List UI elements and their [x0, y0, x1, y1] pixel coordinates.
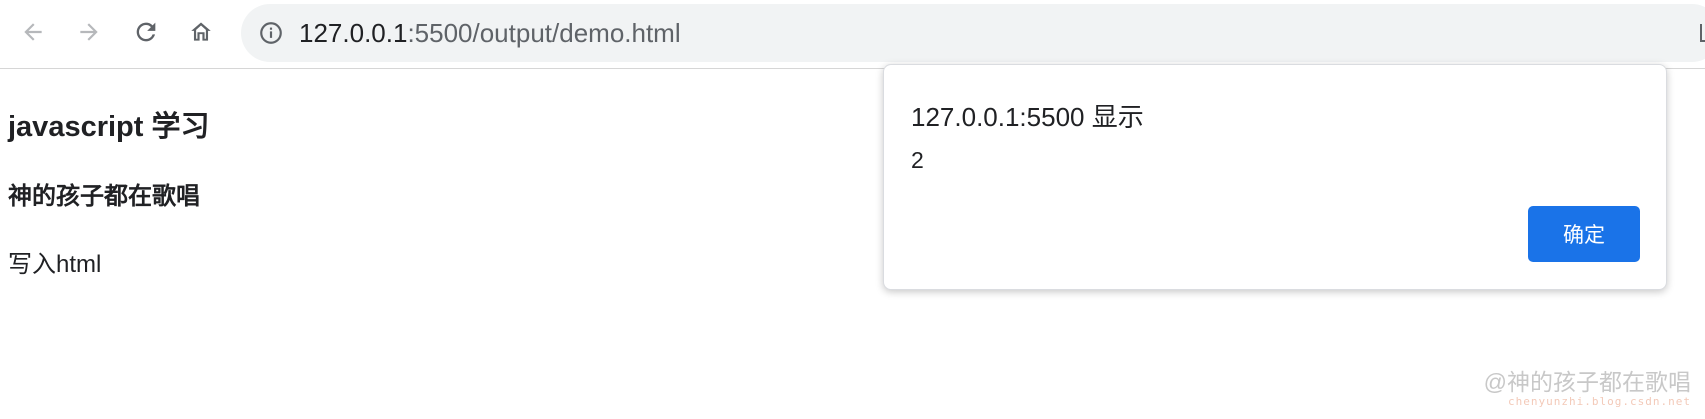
page-paragraph: 写入html: [8, 251, 102, 278]
watermark: @神的孩子都在歌唱 chenyunzhi.blog.csdn.net: [1484, 363, 1691, 408]
reload-icon: [136, 22, 156, 42]
page-heading: javascript 学习: [8, 111, 210, 143]
url-host: 127.0.0.1: [299, 18, 408, 48]
home-icon: [191, 22, 211, 41]
partial-toolbar-icon[interactable]: [1700, 24, 1705, 42]
reload-button[interactable]: [128, 14, 164, 50]
dialog-title: 127.0.0.1:5500 显示: [911, 102, 1144, 132]
arrow-right-icon: [80, 23, 98, 41]
back-button[interactable]: [15, 14, 51, 50]
forward-button[interactable]: [71, 14, 107, 50]
url-path: :5500/output/demo.html: [407, 18, 681, 48]
arrow-left-icon: [24, 23, 42, 41]
watermark-text: @神的孩子都在歌唱: [1483, 369, 1691, 395]
watermark-url: chenyunzhi.blog.csdn.net: [1508, 395, 1691, 408]
dialog-message: 2: [911, 147, 924, 173]
page-subheading: 神的孩子都在歌唱: [8, 183, 200, 210]
home-button[interactable]: [183, 14, 219, 50]
alert-dialog: 127.0.0.1:5500 显示 2 确定: [883, 64, 1667, 290]
address-bar[interactable]: 127.0.0.1:5500/output/demo.html: [241, 4, 1705, 62]
info-circle-icon: [260, 22, 282, 44]
browser-toolbar: 127.0.0.1:5500/output/demo.html: [0, 0, 1705, 69]
browser-window: 127.0.0.1:5500/output/demo.html javascri…: [0, 0, 1705, 419]
ok-button[interactable]: 确定: [1528, 206, 1640, 262]
site-info-button[interactable]: [257, 19, 285, 47]
url-text[interactable]: 127.0.0.1:5500/output/demo.html: [299, 18, 681, 48]
